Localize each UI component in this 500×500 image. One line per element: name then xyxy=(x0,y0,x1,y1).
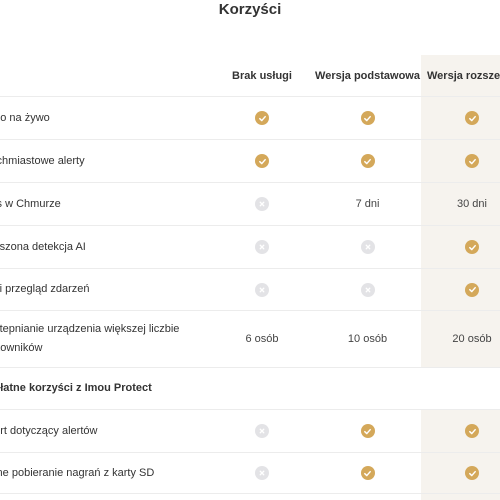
header-extended-plan: Wersja rozszerz xyxy=(427,69,500,82)
cell-basic-plan xyxy=(314,140,421,182)
row-label: port dotyczący alertów xyxy=(0,424,98,437)
cell-extended-plan-text: 30 dni xyxy=(457,198,487,210)
table-row: tychmiastowe alerty xyxy=(0,140,500,183)
cell-basic-plan xyxy=(314,453,421,493)
row-label: ois w Chmurze xyxy=(0,197,61,210)
row-label-line-2: rtkowników xyxy=(0,342,43,354)
check-icon xyxy=(465,154,479,168)
table-row: ois w Chmurze 7 dni 30 dni xyxy=(0,183,500,226)
cell-no-service xyxy=(210,269,314,310)
cross-icon xyxy=(255,424,269,438)
cross-icon xyxy=(255,466,269,480)
check-icon xyxy=(360,154,375,168)
cell-basic-plan: 7 dni xyxy=(355,198,380,210)
check-icon xyxy=(360,111,375,125)
cross-icon xyxy=(360,240,375,254)
cell-no-service xyxy=(210,226,314,268)
row-label: deo na żywo xyxy=(0,111,50,124)
cell-basic-plan xyxy=(314,269,421,310)
cell-extended-plan xyxy=(421,269,500,310)
row-label: tychmiastowe alerty xyxy=(0,154,85,167)
cell-extended-plan: 30 dni xyxy=(421,183,500,225)
cross-icon xyxy=(255,282,269,297)
table-row: deo na żywo xyxy=(0,97,500,140)
check-icon xyxy=(465,466,479,480)
table-row: port dotyczący alertów xyxy=(0,410,500,453)
row-label: bki przegląd zdarzeń xyxy=(0,283,90,295)
table-row: bki przegląd zdarzeń xyxy=(0,269,500,311)
check-icon xyxy=(465,240,479,254)
cell-extended-plan xyxy=(421,410,500,452)
row-label-line-1: ostepnianie urządzenia większej liczbie xyxy=(0,323,180,335)
section-title: zpłatne korzyści z Imou Protect xyxy=(0,382,152,394)
row-label: ostepnianie urządzenia większej liczbie … xyxy=(0,311,210,367)
cell-no-service xyxy=(210,97,314,139)
cell-basic-plan: 10 osób xyxy=(347,333,388,345)
cell-no-service xyxy=(210,453,314,493)
cross-icon xyxy=(255,197,269,211)
cell-extended-plan xyxy=(421,226,500,268)
section-header-row: zpłatne korzyści z Imou Protect xyxy=(0,368,500,410)
table-row: ostepnianie urządzenia większej liczbie … xyxy=(0,311,500,368)
cell-extended-plan xyxy=(421,140,500,182)
row-label: ększona detekcja AI xyxy=(0,240,86,253)
cell-no-service xyxy=(210,183,314,225)
check-icon xyxy=(465,111,479,125)
benefits-page: Korzyści Brak usługi Wersja podstawowa W… xyxy=(0,0,500,500)
header-basic-plan: Wersja podstawowa xyxy=(315,69,420,82)
cell-extended-plan: 20 osób xyxy=(421,311,500,367)
check-icon xyxy=(465,424,479,438)
check-icon xyxy=(360,466,375,480)
cell-basic-plan xyxy=(314,226,421,268)
cell-no-service: 6 osób xyxy=(245,333,279,345)
header-no-service: Brak usługi xyxy=(232,69,292,82)
cell-no-service xyxy=(210,410,314,452)
table-row: ększona detekcja AI xyxy=(0,226,500,269)
cell-basic-plan xyxy=(314,410,421,452)
table-header-row: Brak usługi Wersja podstawowa Wersja roz… xyxy=(0,55,500,97)
row-label: alne pobieranie nagrań z karty SD xyxy=(0,466,155,479)
cell-extended-plan xyxy=(421,97,500,139)
cross-icon xyxy=(255,240,269,254)
cell-basic-plan xyxy=(314,97,421,139)
cross-icon xyxy=(360,282,375,297)
cell-extended-plan xyxy=(421,453,500,493)
page-title: Korzyści xyxy=(218,1,282,18)
check-icon xyxy=(465,282,479,297)
table-row: alne pobieranie nagrań z karty SD xyxy=(0,453,500,494)
check-icon xyxy=(360,424,375,438)
cell-extended-plan-text: 20 osób xyxy=(452,333,492,345)
check-icon xyxy=(255,111,269,125)
cell-no-service xyxy=(210,140,314,182)
check-icon xyxy=(255,154,269,168)
